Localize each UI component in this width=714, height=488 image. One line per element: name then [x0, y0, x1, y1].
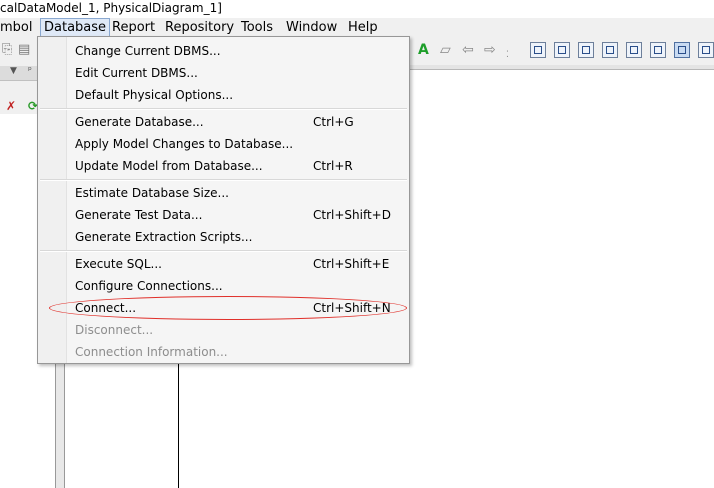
diagram-tool-icon[interactable]: [530, 42, 546, 58]
menu-item-default-physical-options[interactable]: Default Physical Options...: [75, 84, 405, 106]
pointer-tool-icon[interactable]: [674, 42, 690, 58]
browser-panel-header: ▼ ᵖ: [0, 66, 38, 81]
window-title: calDataModel_1, PhysicalDiagram_1]: [0, 1, 222, 15]
menu-item-change-current-dbms[interactable]: Change Current DBMS...: [75, 40, 405, 62]
note-tool-icon[interactable]: [698, 42, 714, 58]
menu-separator: [40, 108, 407, 110]
menu-item-connection-information: Connection Information...: [75, 345, 228, 359]
menu-item-estimate-database-size[interactable]: Estimate Database Size...: [75, 182, 405, 204]
menu-database[interactable]: Database: [40, 18, 111, 37]
diagram-canvas-border: [178, 364, 179, 488]
object-browser-tree[interactable]: [0, 114, 38, 488]
menu-repository[interactable]: Repository: [162, 19, 237, 36]
panel-splitter[interactable]: [55, 364, 65, 488]
window-title-bar: calDataModel_1, PhysicalDiagram_1]: [0, 0, 714, 18]
table-tool-icon[interactable]: [554, 42, 570, 58]
menu-item-generate-test-data[interactable]: Generate Test Data... Ctrl+Shift+D: [75, 204, 405, 226]
menu-item-generate-extraction-scripts[interactable]: Generate Extraction Scripts...: [75, 226, 405, 248]
diagram-toolbar: A ▱ ⇦ ⇨ ⁚: [410, 37, 714, 65]
menu-item-disconnect: Disconnect...: [75, 323, 154, 337]
paste-icon[interactable]: ▤: [18, 42, 30, 57]
menu-icon-gutter: [38, 37, 67, 363]
diagram-tab-strip: [410, 65, 714, 70]
text-a-icon[interactable]: A: [418, 42, 429, 58]
menu-report[interactable]: Report: [109, 19, 158, 36]
menu-item-execute-sql[interactable]: Execute SQL... Ctrl+Shift+E: [75, 253, 405, 275]
menu-item-edit-current-dbms[interactable]: Edit Current DBMS...: [75, 62, 405, 84]
menu-item-update-model-from-database[interactable]: Update Model from Database... Ctrl+R: [75, 155, 405, 177]
toolbar-grip-icon: ⁚: [506, 50, 509, 60]
redo-icon[interactable]: ⇨: [484, 42, 496, 58]
delete-icon[interactable]: ✗: [6, 99, 16, 113]
procedure-tool-icon[interactable]: [626, 42, 642, 58]
menu-tools[interactable]: Tools: [238, 19, 276, 36]
menu-window[interactable]: Window: [283, 19, 340, 36]
undo-icon[interactable]: ⇦: [462, 42, 474, 58]
menu-symbol[interactable]: mbol: [0, 19, 35, 36]
edit-icon[interactable]: ▱: [440, 42, 451, 58]
menu-item-configure-connections[interactable]: Configure Connections...: [75, 275, 405, 297]
menu-item-apply-model-changes[interactable]: Apply Model Changes to Database...: [75, 133, 405, 155]
dropdown-arrow-icon[interactable]: ▼: [10, 66, 17, 76]
menu-separator: [40, 179, 407, 181]
view-tool-icon[interactable]: [578, 42, 594, 58]
menu-item-generate-database[interactable]: Generate Database... Ctrl+G: [75, 111, 405, 133]
menu-bar: mbol Database Report Repository Tools Wi…: [0, 18, 714, 37]
copy-icon[interactable]: ⎘: [2, 42, 12, 57]
menu-help[interactable]: Help: [345, 19, 381, 36]
reference-tool-icon[interactable]: [602, 42, 618, 58]
package-tool-icon[interactable]: [650, 42, 666, 58]
menu-separator: [40, 250, 407, 252]
pin-icon[interactable]: ᵖ: [28, 66, 32, 76]
highlight-annotation-oval: [49, 296, 407, 320]
